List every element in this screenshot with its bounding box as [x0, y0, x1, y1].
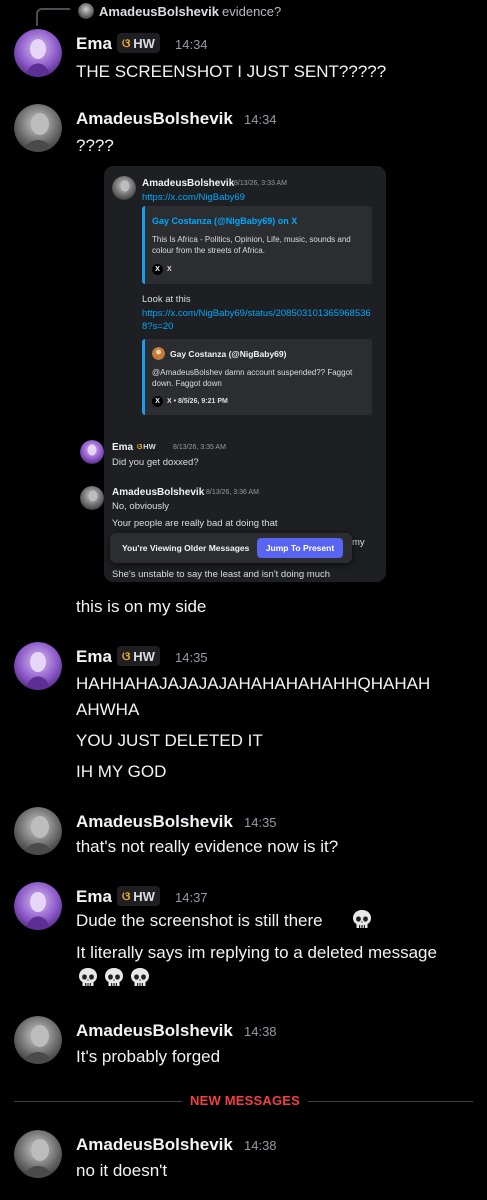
screenshot-text: She's unstable to say the least and isn'… — [112, 569, 331, 580]
reply-avatar[interactable] — [78, 3, 94, 19]
reply-text[interactable]: evidence? — [222, 4, 281, 19]
message-text: AHWHA — [76, 700, 140, 719]
role-badge[interactable]: ଓ HW — [117, 33, 160, 53]
message-text: no it doesn't — [76, 1161, 168, 1180]
screenshot-time: 8/13/26, 3:33 AM — [234, 180, 287, 187]
embed-author: Gay Costanza (@NigBaby69) — [170, 349, 287, 359]
butterfly-icon: ଓ — [122, 35, 131, 50]
embed-desc: colour from the streets of Africa. — [152, 246, 265, 255]
avatar — [80, 486, 104, 510]
avatar — [80, 440, 104, 464]
message-timestamp: 14:37 — [175, 890, 208, 905]
role-badge[interactable]: ଓ HW — [117, 646, 160, 666]
screenshot-link: https://x.com/NigBaby69 — [142, 192, 245, 203]
embed-desc: down. Faggot down — [152, 379, 222, 388]
embed-footer: X • 8/5/26, 9:21 PM — [167, 398, 228, 405]
screenshot-time: 8/13/26, 3:36 AM — [206, 489, 259, 496]
message-timestamp: 14:35 — [175, 650, 208, 665]
reply-author[interactable]: AmadeusBolshevik — [99, 4, 219, 19]
message-text: YOU JUST DELETED IT — [76, 731, 263, 750]
skull-emoji-icon — [105, 968, 123, 986]
screenshot-text: Your people are really bad at doing that — [112, 518, 278, 529]
message-text: that's not really evidence now is it? — [76, 837, 339, 856]
avatar[interactable] — [14, 642, 62, 690]
avatar — [112, 176, 136, 200]
message-text: IH MY GOD — [76, 762, 167, 781]
message-author[interactable]: Ema — [76, 647, 112, 667]
reply-connector — [36, 8, 70, 26]
avatar[interactable] — [14, 1130, 62, 1178]
embed-desc: @AmadeusBolshev damn account suspended??… — [152, 368, 353, 377]
message-author[interactable]: AmadeusBolshevik — [76, 1021, 233, 1041]
avatar[interactable] — [14, 29, 62, 77]
butterfly-icon: ଓ — [122, 648, 131, 663]
message-timestamp: 14:34 — [244, 112, 277, 127]
skull-emoji-icon — [79, 968, 97, 986]
new-messages-label: NEW MESSAGES — [182, 1093, 309, 1108]
embed-footer: X — [167, 266, 172, 273]
screenshot-text: my — [352, 537, 365, 548]
message-author[interactable]: Ema — [76, 887, 112, 907]
screenshot-time: 8/13/26, 3:35 AM — [173, 444, 226, 451]
screenshot-link: 8?s=20 — [142, 321, 174, 332]
older-messages-bar: You're Viewing Older Messages Jump To Pr… — [110, 533, 352, 563]
message-text: ???? — [76, 136, 114, 155]
screenshot-author: Ema — [112, 442, 134, 453]
screenshot-author: AmadeusBolshevik — [142, 178, 235, 189]
embed-desc: This Is Africa - Politics, Opinion, Life… — [152, 235, 351, 244]
message-timestamp: 14:38 — [244, 1138, 277, 1153]
message-author[interactable]: AmadeusBolshevik — [76, 1135, 233, 1155]
x-logo-icon: X — [152, 396, 163, 407]
skull-emoji-icon — [131, 968, 149, 986]
avatar[interactable] — [14, 807, 62, 855]
avatar[interactable] — [14, 104, 62, 152]
jump-to-present-button: Jump To Present — [257, 538, 343, 558]
embed-title: Gay Costanza (@NigBaby69) on X — [152, 216, 298, 226]
avatar[interactable] — [14, 882, 62, 930]
butterfly-icon: ଓ — [122, 888, 131, 903]
screenshot-author: AmadeusBolshevik — [112, 487, 205, 498]
message-text: It's probably forged — [76, 1047, 221, 1066]
screenshot-text: No, obviously — [112, 501, 170, 512]
message-timestamp: 14:38 — [244, 1024, 277, 1039]
skull-emoji-row — [76, 966, 152, 990]
message-text: Dude the screenshot is still there — [76, 911, 323, 930]
message-author[interactable]: Ema — [76, 34, 112, 54]
screenshot-text: Look at this — [142, 294, 191, 305]
older-messages-text: You're Viewing Older Messages — [122, 543, 250, 553]
message-author[interactable]: AmadeusBolshevik — [76, 812, 233, 832]
screenshot-link: https://x.com/NigBaby69/status/208503101… — [142, 308, 371, 319]
message-text: It literally says im replying to a delet… — [76, 943, 437, 962]
avatar — [152, 347, 165, 360]
skull-emoji-icon — [350, 908, 374, 932]
message-text: THE SCREENSHOT I JUST SENT????? — [76, 62, 387, 81]
avatar[interactable] — [14, 1016, 62, 1064]
role-badge: ଓ HW — [137, 442, 156, 451]
message-author[interactable]: AmadeusBolshevik — [76, 109, 233, 129]
x-logo-icon: X — [152, 264, 163, 275]
role-badge[interactable]: ଓ HW — [117, 886, 160, 906]
message-text: this is on my side — [76, 597, 207, 616]
screenshot-text: Did you get doxxed? — [112, 457, 199, 468]
message-timestamp: 14:35 — [244, 815, 277, 830]
message-timestamp: 14:34 — [175, 37, 208, 52]
butterfly-icon: ଓ — [137, 442, 143, 451]
message-text: HAHHAHAJAJAJAJAHAHAHAHAHHQHAHAH — [76, 674, 431, 693]
